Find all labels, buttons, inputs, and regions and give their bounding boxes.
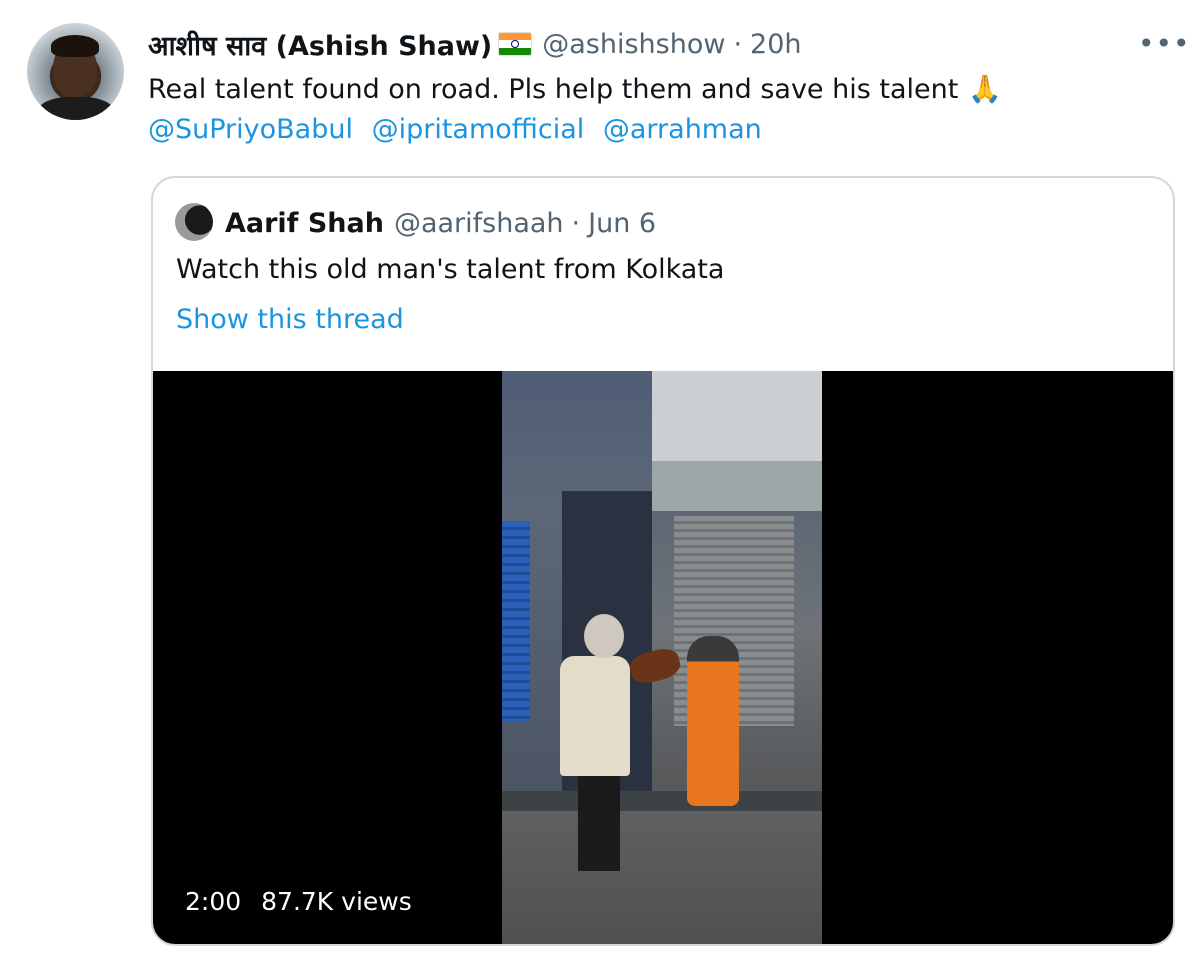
tweet-header: आशीष साव (Ashish Shaw) @ashishshow · 20h	[148, 24, 802, 64]
tweet-text: Real talent found on road. Pls help them…	[148, 70, 1002, 110]
folded-hands-icon: 🙏	[968, 74, 1002, 105]
india-flag-icon	[498, 32, 533, 56]
video-player[interactable]: 2:00 87.7K views	[153, 371, 1173, 944]
video-metadata: 2:00 87.7K views	[185, 887, 412, 916]
quoted-tweet-card[interactable]: Aarif Shah @aarifshaah · Jun 6 Watch thi…	[151, 176, 1175, 946]
mention-link[interactable]: @ipritamofficial	[372, 114, 585, 145]
video-view-count: 87.7K views	[261, 887, 412, 916]
quoted-author-avatar[interactable]	[175, 203, 213, 241]
tweet-timestamp[interactable]: 20h	[750, 29, 801, 60]
tweet-mentions: @SuPriyoBabul @ipritamofficial @arrahman	[148, 110, 772, 150]
author-avatar[interactable]	[27, 23, 124, 120]
author-display-name[interactable]: आशीष साव (Ashish Shaw)	[148, 26, 492, 63]
video-duration: 2:00	[185, 887, 242, 916]
quoted-tweet-text: Watch this old man's talent from Kolkata	[176, 254, 725, 285]
tweet-body: Real talent found on road. Pls help them…	[148, 74, 959, 105]
more-options-icon[interactable]: •••	[1138, 30, 1191, 58]
header-separator: ·	[733, 28, 743, 60]
quoted-author-display-name[interactable]: Aarif Shah	[225, 208, 384, 239]
mention-link[interactable]: @SuPriyoBabul	[148, 114, 353, 145]
quoted-author-handle[interactable]: @aarifshaah	[394, 208, 564, 239]
show-thread-link[interactable]: Show this thread	[176, 300, 404, 340]
mention-link[interactable]: @arrahman	[603, 114, 762, 145]
quoted-header-separator: ·	[571, 207, 581, 239]
video-frame	[502, 371, 822, 944]
quoted-tweet-date[interactable]: Jun 6	[588, 208, 656, 239]
quoted-tweet-header: Aarif Shah @aarifshaah · Jun 6	[225, 204, 656, 242]
author-handle[interactable]: @ashishshow	[542, 29, 725, 60]
